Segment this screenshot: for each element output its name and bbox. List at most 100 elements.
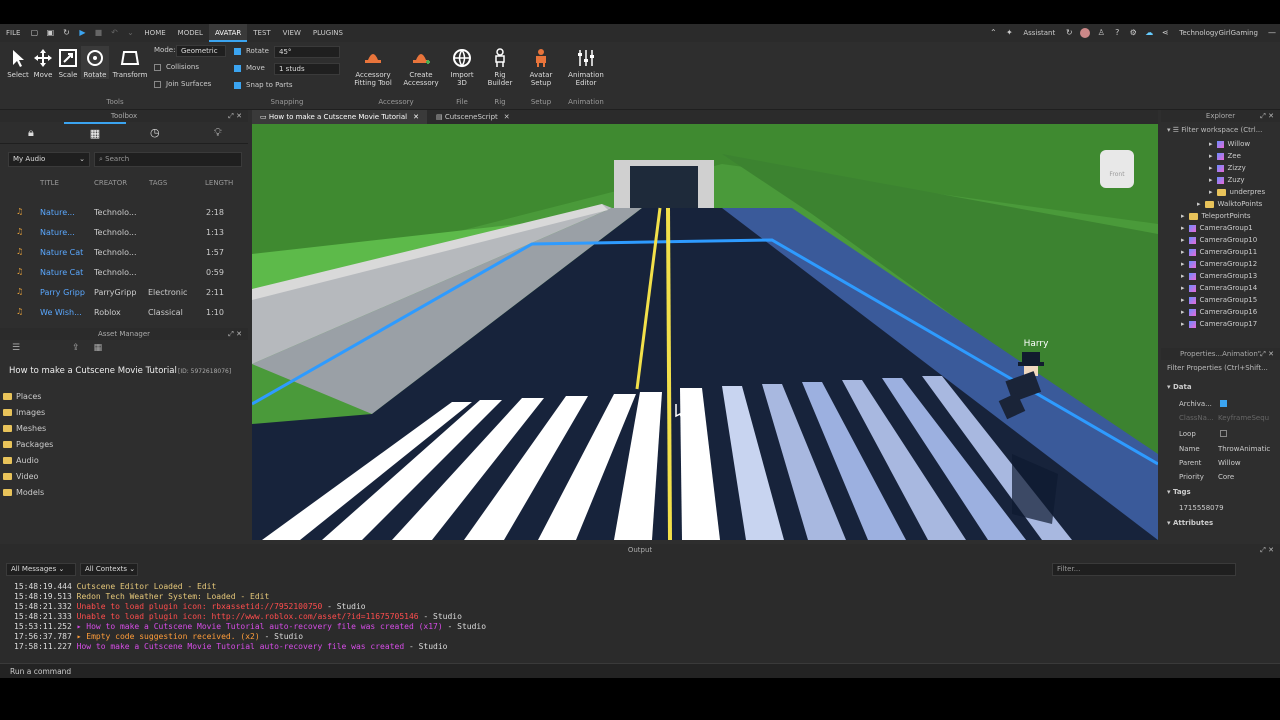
asset-folder[interactable]: Audio	[3, 456, 39, 465]
stop-icon[interactable]: ■	[93, 28, 103, 38]
list-item[interactable]: ♫ Nature Cat Technolo... 1:57	[0, 244, 248, 264]
animation-editor-tool[interactable]: Animation Editor	[566, 46, 606, 87]
explorer-item[interactable]: ▸ TeleportPoints	[1181, 212, 1251, 220]
log-line[interactable]: 15:48:21.332 Unable to load plugin icon:…	[14, 602, 366, 611]
rotate-snap-field[interactable]: 45°	[274, 46, 340, 58]
log-line[interactable]: 17:56:37.787 ▸ Empty code suggestion rec…	[14, 632, 303, 641]
expand-arrow-icon[interactable]: ▸	[1209, 152, 1213, 160]
menu-avatar[interactable]: AVATAR	[208, 24, 248, 42]
snap-to-parts-checkbox[interactable]	[234, 81, 241, 89]
mode-select[interactable]: Geometric	[176, 45, 226, 57]
rig-builder-tool[interactable]: Rig Builder	[486, 46, 514, 87]
asset-folder[interactable]: Packages	[3, 440, 53, 449]
close-icon[interactable]: ⤢ ✕	[1260, 348, 1274, 360]
asset-folder[interactable]: Images	[3, 408, 45, 417]
menu-home[interactable]: HOME	[138, 24, 171, 42]
dropdown-icon[interactable]: ⌄	[125, 28, 135, 38]
tab-script[interactable]: ▤ CutsceneScript ✕	[428, 110, 518, 124]
assistant-icon[interactable]: ✦	[1004, 28, 1014, 38]
menu-model[interactable]: MODEL	[172, 24, 209, 42]
close-icon[interactable]: ⤢ ✕	[228, 110, 242, 122]
upload-icon[interactable]: ⇪	[72, 343, 80, 353]
collisions-checkbox[interactable]	[154, 63, 161, 71]
col-title[interactable]: TITLE	[40, 179, 59, 187]
move-snap-field[interactable]: 1 studs	[274, 63, 340, 75]
new-file-icon[interactable]: ▢	[29, 28, 39, 38]
accessory-fitting-tool[interactable]: Accessory Fitting Tool	[352, 46, 394, 87]
col-length[interactable]: LENGTH	[205, 179, 233, 187]
menu-plugins[interactable]: PLUGINS	[307, 24, 349, 42]
minimize-icon[interactable]: —	[1267, 28, 1277, 38]
section-attributes[interactable]: ▾ Attributes	[1167, 519, 1213, 527]
loop-checkbox[interactable]	[1220, 430, 1227, 437]
list-item[interactable]: ♫ Nature... Technolo... 1:13	[0, 224, 248, 244]
gear-icon[interactable]: ⚙	[1128, 28, 1138, 38]
menu-test[interactable]: TEST	[247, 24, 276, 42]
move-snap-checkbox[interactable]	[234, 64, 241, 72]
explorer-item[interactable]: ▸ underpres	[1209, 188, 1265, 196]
explorer-item[interactable]: ▸ CameraGroup15	[1181, 296, 1257, 304]
explorer-item[interactable]: ▸ CameraGroup17	[1181, 320, 1257, 328]
undo-icon[interactable]: ↶	[109, 28, 119, 38]
menu-view[interactable]: VIEW	[277, 24, 307, 42]
close-icon[interactable]: ⤢ ✕	[1260, 544, 1274, 556]
expand-arrow-icon[interactable]: ▸	[1181, 224, 1185, 232]
output-filter-input[interactable]: Filter...	[1052, 563, 1236, 576]
log-line[interactable]: 15:48:19.513 Redon Tech Weather System: …	[14, 592, 269, 601]
asset-folder[interactable]: Meshes	[3, 424, 46, 433]
view-cube[interactable]	[1100, 150, 1134, 188]
share-icon[interactable]: ⋖	[1160, 28, 1170, 38]
avatar[interactable]	[1080, 28, 1091, 38]
expand-arrow-icon[interactable]: ▸	[1181, 260, 1185, 268]
asset-folder[interactable]: Models	[3, 488, 44, 497]
3d-viewport[interactable]: Front Harry	[252, 124, 1158, 540]
rotate-snap-checkbox[interactable]	[234, 47, 241, 55]
scale-tool[interactable]: Scale	[54, 46, 82, 79]
audio-title[interactable]: Nature Cat	[40, 248, 83, 257]
prop-name-value[interactable]: ThrowAnimatic	[1218, 445, 1270, 453]
explorer-item[interactable]: ▸ CameraGroup12	[1181, 260, 1257, 268]
help-icon[interactable]: ?	[1112, 28, 1122, 38]
section-data[interactable]: ▾ Data	[1167, 383, 1192, 391]
explorer-filter[interactable]: ▾ ☰ Filter workspace (Ctrl...	[1167, 126, 1262, 134]
prop-parent-value[interactable]: Willow	[1218, 459, 1241, 467]
create-accessory-tool[interactable]: Create Accessory	[402, 46, 440, 87]
import-3d-tool[interactable]: Import 3D	[448, 46, 476, 87]
search-input[interactable]: ⌕ Search	[94, 152, 242, 167]
explorer-item[interactable]: ▸ CameraGroup10	[1181, 236, 1257, 244]
asset-folder[interactable]: Places	[3, 392, 41, 401]
grid-icon[interactable]: ▦	[64, 122, 126, 144]
expand-arrow-icon[interactable]: ▸	[1181, 212, 1185, 220]
all-messages-dropdown[interactable]: All Messages ⌄	[6, 563, 76, 576]
save-icon[interactable]: ▣	[45, 28, 55, 38]
assistant-button[interactable]: Assistant	[1017, 24, 1061, 42]
properties-filter[interactable]: Filter Properties (Ctrl+Shift...	[1167, 364, 1268, 372]
rotate-tool[interactable]: Rotate	[81, 46, 109, 79]
bag-icon[interactable]: 🔒︎	[28, 126, 34, 140]
expand-arrow-icon[interactable]: ▸	[1181, 296, 1185, 304]
snap-to-parts-option[interactable]: Snap to Parts	[234, 81, 293, 89]
people-icon[interactable]: ♙	[1096, 28, 1106, 38]
prop-priority-value[interactable]: Core	[1218, 473, 1234, 481]
list-item[interactable]: ♫ We Wish... Roblox Classical 1:10	[0, 304, 248, 324]
explorer-item[interactable]: ▸ Zuzy	[1209, 176, 1245, 184]
grid-view-icon[interactable]: ▦	[94, 343, 103, 353]
redo-icon[interactable]: ↻	[61, 28, 71, 38]
list-item[interactable]: ♫ Nature... Technolo... 2:18	[0, 204, 248, 224]
audio-title[interactable]: We Wish...	[40, 308, 82, 317]
close-icon[interactable]: ⤢ ✕	[1260, 110, 1274, 122]
expand-arrow-icon[interactable]: ▸	[1181, 272, 1185, 280]
archivable-checkbox[interactable]	[1220, 400, 1227, 407]
log-line[interactable]: 15:48:19.444 Cutscene Editor Loaded - Ed…	[14, 582, 216, 591]
cloud-icon[interactable]: ☁	[1144, 28, 1154, 38]
command-input[interactable]: Run a command	[10, 667, 71, 676]
refresh-icon[interactable]: ↻	[1064, 28, 1074, 38]
join-surfaces-option[interactable]: Join Surfaces	[154, 80, 211, 88]
explorer-item[interactable]: ▸ CameraGroup11	[1181, 248, 1257, 256]
log-line[interactable]: 17:58:11.227 How to make a Cutscene Movi…	[14, 642, 448, 651]
section-tags[interactable]: ▾ Tags	[1167, 488, 1191, 496]
log-line[interactable]: 15:53:11.252 ▸ How to make a Cutscene Mo…	[14, 622, 486, 631]
username[interactable]: TechnologyGirlGaming	[1173, 24, 1264, 42]
expand-arrow-icon[interactable]: ▸	[1209, 188, 1213, 196]
collapse-icon[interactable]: ⌃	[988, 28, 998, 38]
